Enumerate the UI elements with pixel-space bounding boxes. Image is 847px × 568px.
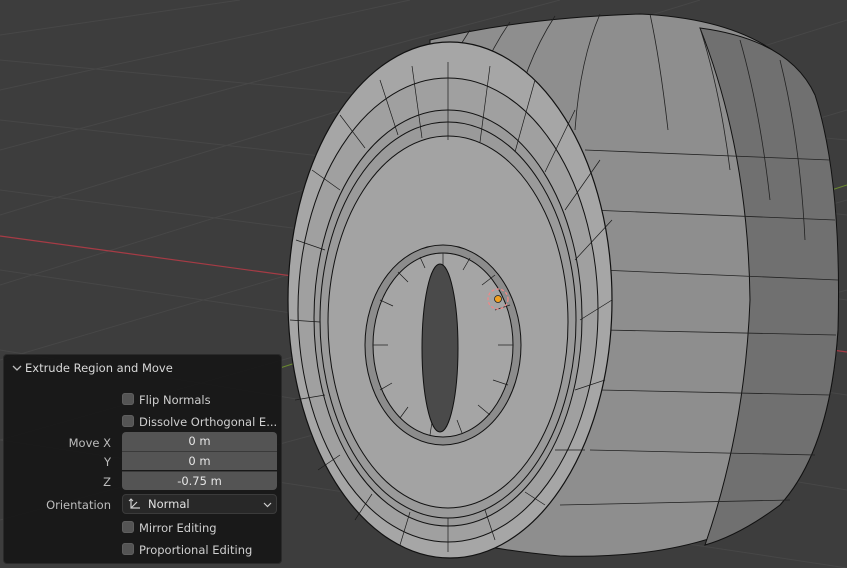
orientation-dropdown[interactable]: Normal <box>122 494 277 514</box>
dissolve-orthogonal-label: Dissolve Orthogonal E... <box>139 415 278 429</box>
flip-normals-checkbox[interactable] <box>122 393 134 405</box>
orientation-label: Orientation <box>46 498 111 512</box>
move-y-field[interactable]: 0 m <box>122 451 277 470</box>
move-y-label: Y <box>103 455 111 469</box>
orientation-value: Normal <box>148 497 190 511</box>
move-z-label: Z <box>103 475 111 489</box>
operator-panel-header[interactable]: Extrude Region and Move <box>4 355 281 381</box>
mirror-editing-row[interactable]: Mirror Editing <box>4 518 281 538</box>
chevron-down-icon <box>263 502 272 508</box>
operator-panel-title: Extrude Region and Move <box>25 361 173 375</box>
operator-panel: Extrude Region and Move Flip Normals Dis… <box>3 354 282 564</box>
move-x-label: Move X <box>68 436 111 450</box>
mirror-editing-checkbox[interactable] <box>122 521 134 533</box>
dissolve-orthogonal-checkbox[interactable] <box>122 415 134 427</box>
flip-normals-label: Flip Normals <box>139 393 211 407</box>
proportional-editing-label: Proportional Editing <box>139 543 253 557</box>
proportional-editing-checkbox[interactable] <box>122 543 134 555</box>
mirror-editing-label: Mirror Editing <box>139 521 217 535</box>
orientation-axes-icon <box>128 498 140 509</box>
flip-normals-row[interactable]: Flip Normals <box>4 390 281 410</box>
move-x-field[interactable]: 0 m <box>122 432 277 451</box>
chevron-down-icon <box>12 365 22 371</box>
dissolve-orthogonal-row[interactable]: Dissolve Orthogonal E... <box>4 412 281 432</box>
proportional-editing-row[interactable]: Proportional Editing <box>4 540 281 560</box>
move-z-field[interactable]: -0.75 m <box>122 471 277 490</box>
wheel-mesh <box>287 13 840 559</box>
